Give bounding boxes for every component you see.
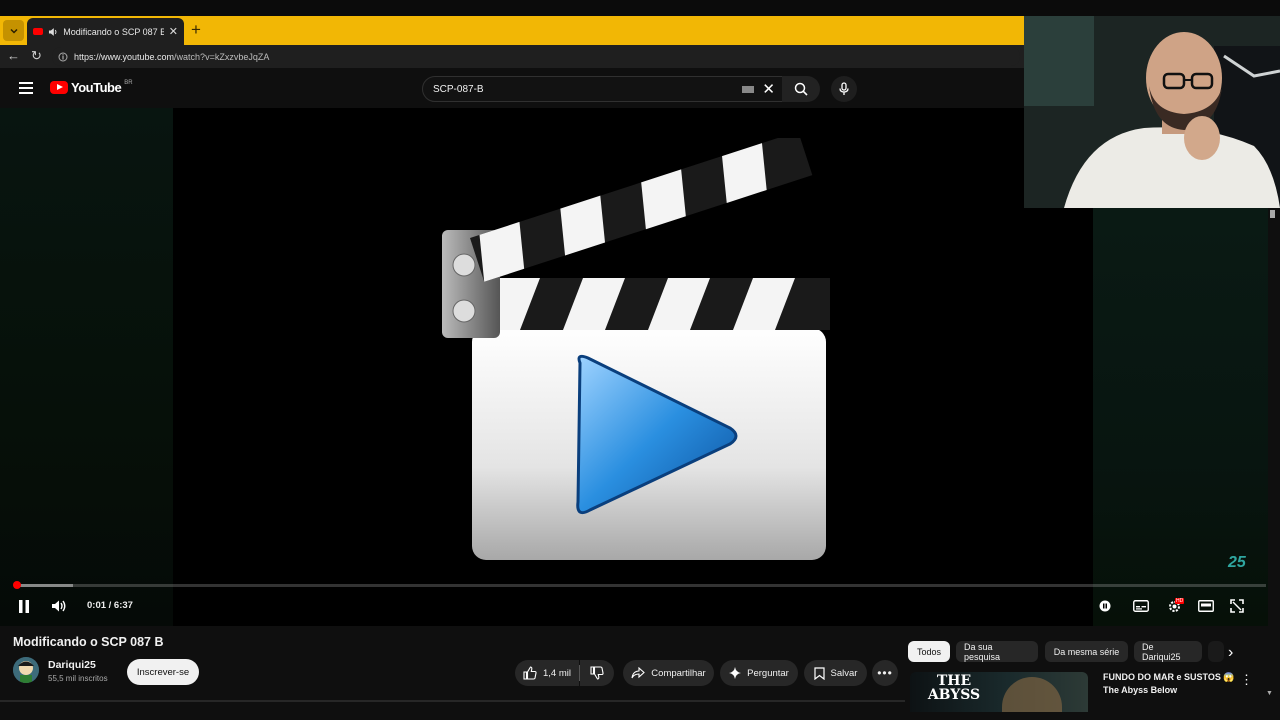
webcam-person-image bbox=[1024, 16, 1280, 208]
search-icon bbox=[794, 82, 808, 96]
ask-label: Perguntar bbox=[747, 667, 789, 679]
chip-todos[interactable]: Todos bbox=[908, 641, 950, 662]
tab-close-icon[interactable]: ✕ bbox=[169, 25, 178, 38]
dislike-button[interactable] bbox=[580, 660, 614, 686]
chip-da-mesma-serie[interactable]: Da mesma série bbox=[1045, 641, 1128, 662]
page-scrollbar[interactable] bbox=[1268, 208, 1280, 626]
search-input[interactable]: SCP-087-B bbox=[433, 84, 742, 95]
like-button[interactable]: 1,4 mil bbox=[515, 660, 579, 686]
fullscreen-button[interactable] bbox=[1228, 597, 1246, 615]
chip-de-dariqui25[interactable]: De Dariqui25 bbox=[1134, 641, 1202, 662]
youtube-header: YouTube BR SCP-087-B ✕ bbox=[0, 68, 1024, 108]
ambient-glow-left bbox=[0, 108, 173, 626]
save-button[interactable]: Salvar bbox=[804, 660, 867, 686]
clear-search-icon[interactable]: ✕ bbox=[762, 80, 775, 98]
window-top-border bbox=[0, 0, 1280, 16]
video-title: Modificando o SCP 087 B bbox=[13, 635, 164, 649]
volume-icon bbox=[52, 600, 66, 612]
tab-search-button[interactable] bbox=[3, 20, 24, 41]
site-info-icon[interactable] bbox=[58, 52, 68, 62]
keyboard-icon[interactable] bbox=[742, 85, 755, 93]
menu-icon[interactable] bbox=[19, 82, 33, 97]
youtube-play-logo-icon bbox=[50, 81, 68, 94]
bookmark-icon bbox=[813, 666, 825, 680]
reload-icon[interactable]: ↻ bbox=[31, 48, 42, 64]
progress-buffered bbox=[14, 584, 73, 587]
chip-overflow[interactable] bbox=[1208, 641, 1224, 662]
more-horizontal-icon: ••• bbox=[877, 666, 893, 680]
scrollbar-thumb[interactable] bbox=[1270, 210, 1275, 218]
chevron-down-icon bbox=[9, 28, 18, 34]
more-actions-button[interactable]: ••• bbox=[872, 660, 898, 686]
url-text: https://www.youtube.com/watch?v=kZxzvbeJ… bbox=[74, 52, 269, 62]
subtitles-button[interactable] bbox=[1131, 598, 1151, 614]
back-arrow-icon[interactable]: ← bbox=[7, 48, 20, 63]
thumbs-down-icon bbox=[590, 666, 604, 680]
voice-search-button[interactable] bbox=[831, 76, 857, 102]
logo-text: YouTube bbox=[71, 80, 122, 95]
logo-country: BR bbox=[124, 79, 133, 86]
url-host: https://www.youtube.com bbox=[74, 51, 175, 62]
autoplay-toggle[interactable] bbox=[1097, 598, 1113, 614]
channel-watermark[interactable]: 25 bbox=[1228, 554, 1246, 572]
webcam-overlay bbox=[1024, 16, 1280, 208]
youtube-favicon-icon bbox=[33, 28, 43, 35]
autoplay-toggle-icon bbox=[1099, 600, 1111, 612]
subscriber-count: 55,5 mil inscritos bbox=[48, 674, 108, 683]
settings-button[interactable]: HD bbox=[1163, 596, 1185, 616]
sparkle-icon bbox=[729, 667, 742, 679]
subscribe-button[interactable]: Inscrever-se bbox=[127, 659, 199, 685]
browser-tab-active[interactable]: Modificando o SCP 087 B - YouTube ✕ bbox=[27, 18, 184, 45]
microphone-icon bbox=[839, 82, 849, 95]
recommendation-title[interactable]: FUNDO DO MAR e SUSTOS 😱 The Abyss Below bbox=[1103, 671, 1243, 697]
channel-avatar-image bbox=[13, 657, 39, 683]
emoji-icon: 😱 bbox=[1223, 672, 1235, 682]
share-label: Compartilhar bbox=[651, 667, 706, 679]
channel-name[interactable]: Dariqui25 bbox=[48, 659, 96, 671]
search-box[interactable]: SCP-087-B ✕ bbox=[422, 76, 784, 102]
recommendation-thumbnail[interactable]: THE ABYSS bbox=[910, 672, 1088, 712]
thumbs-up-icon bbox=[523, 666, 537, 680]
chevron-right-icon[interactable]: › bbox=[1228, 644, 1233, 662]
share-button[interactable]: Compartilhar bbox=[623, 660, 714, 686]
clapperboard-play-icon bbox=[442, 138, 830, 560]
fullscreen-icon bbox=[1230, 599, 1244, 613]
subtitles-icon bbox=[1133, 600, 1149, 612]
recommendation-title-line1: FUNDO DO MAR e SUSTOS bbox=[1103, 672, 1221, 682]
ask-button[interactable]: Perguntar bbox=[720, 660, 798, 686]
miniplayer-button[interactable] bbox=[1196, 598, 1216, 614]
url-field[interactable]: https://www.youtube.com/watch?v=kZxzvbeJ… bbox=[52, 47, 1020, 66]
miniplayer-icon bbox=[1198, 600, 1214, 612]
browser-address-bar: ← ↻ https://www.youtube.com/watch?v=kZxz… bbox=[0, 45, 1024, 68]
chip-da-sua-pesquisa[interactable]: Da sua pesquisa bbox=[956, 641, 1038, 662]
share-icon bbox=[631, 667, 646, 679]
browser-tab-bar: Modificando o SCP 087 B - YouTube ✕ + bbox=[0, 16, 1024, 45]
mute-button[interactable] bbox=[48, 595, 70, 617]
youtube-logo[interactable]: YouTube BR bbox=[50, 80, 133, 95]
search-button[interactable] bbox=[782, 76, 820, 102]
url-path: /watch?v=kZxzvbeJqZA bbox=[174, 51, 270, 62]
tab-title: Modificando o SCP 087 B - YouTube bbox=[63, 26, 164, 37]
bottom-divider bbox=[0, 700, 905, 702]
pause-button[interactable] bbox=[14, 595, 34, 617]
recommendation-more-icon[interactable]: ⋮ bbox=[1240, 672, 1253, 688]
progress-bar[interactable] bbox=[13, 581, 1266, 589]
scroll-down-arrow-icon[interactable]: ▼ bbox=[1266, 690, 1273, 697]
hd-badge: HD bbox=[1175, 598, 1185, 604]
new-tab-button[interactable]: + bbox=[191, 21, 201, 39]
pause-icon bbox=[19, 599, 29, 613]
save-label: Salvar bbox=[830, 667, 858, 679]
speaker-icon[interactable] bbox=[48, 27, 59, 37]
thumbnail-text: THE ABYSS bbox=[927, 673, 981, 703]
like-count: 1,4 mil bbox=[543, 667, 571, 679]
time-display: 0:01 / 6:37 bbox=[87, 600, 133, 611]
channel-avatar[interactable] bbox=[13, 657, 39, 683]
recommendation-title-line2: The Abyss Below bbox=[1103, 685, 1178, 695]
thumbnail-figure bbox=[1002, 677, 1062, 712]
